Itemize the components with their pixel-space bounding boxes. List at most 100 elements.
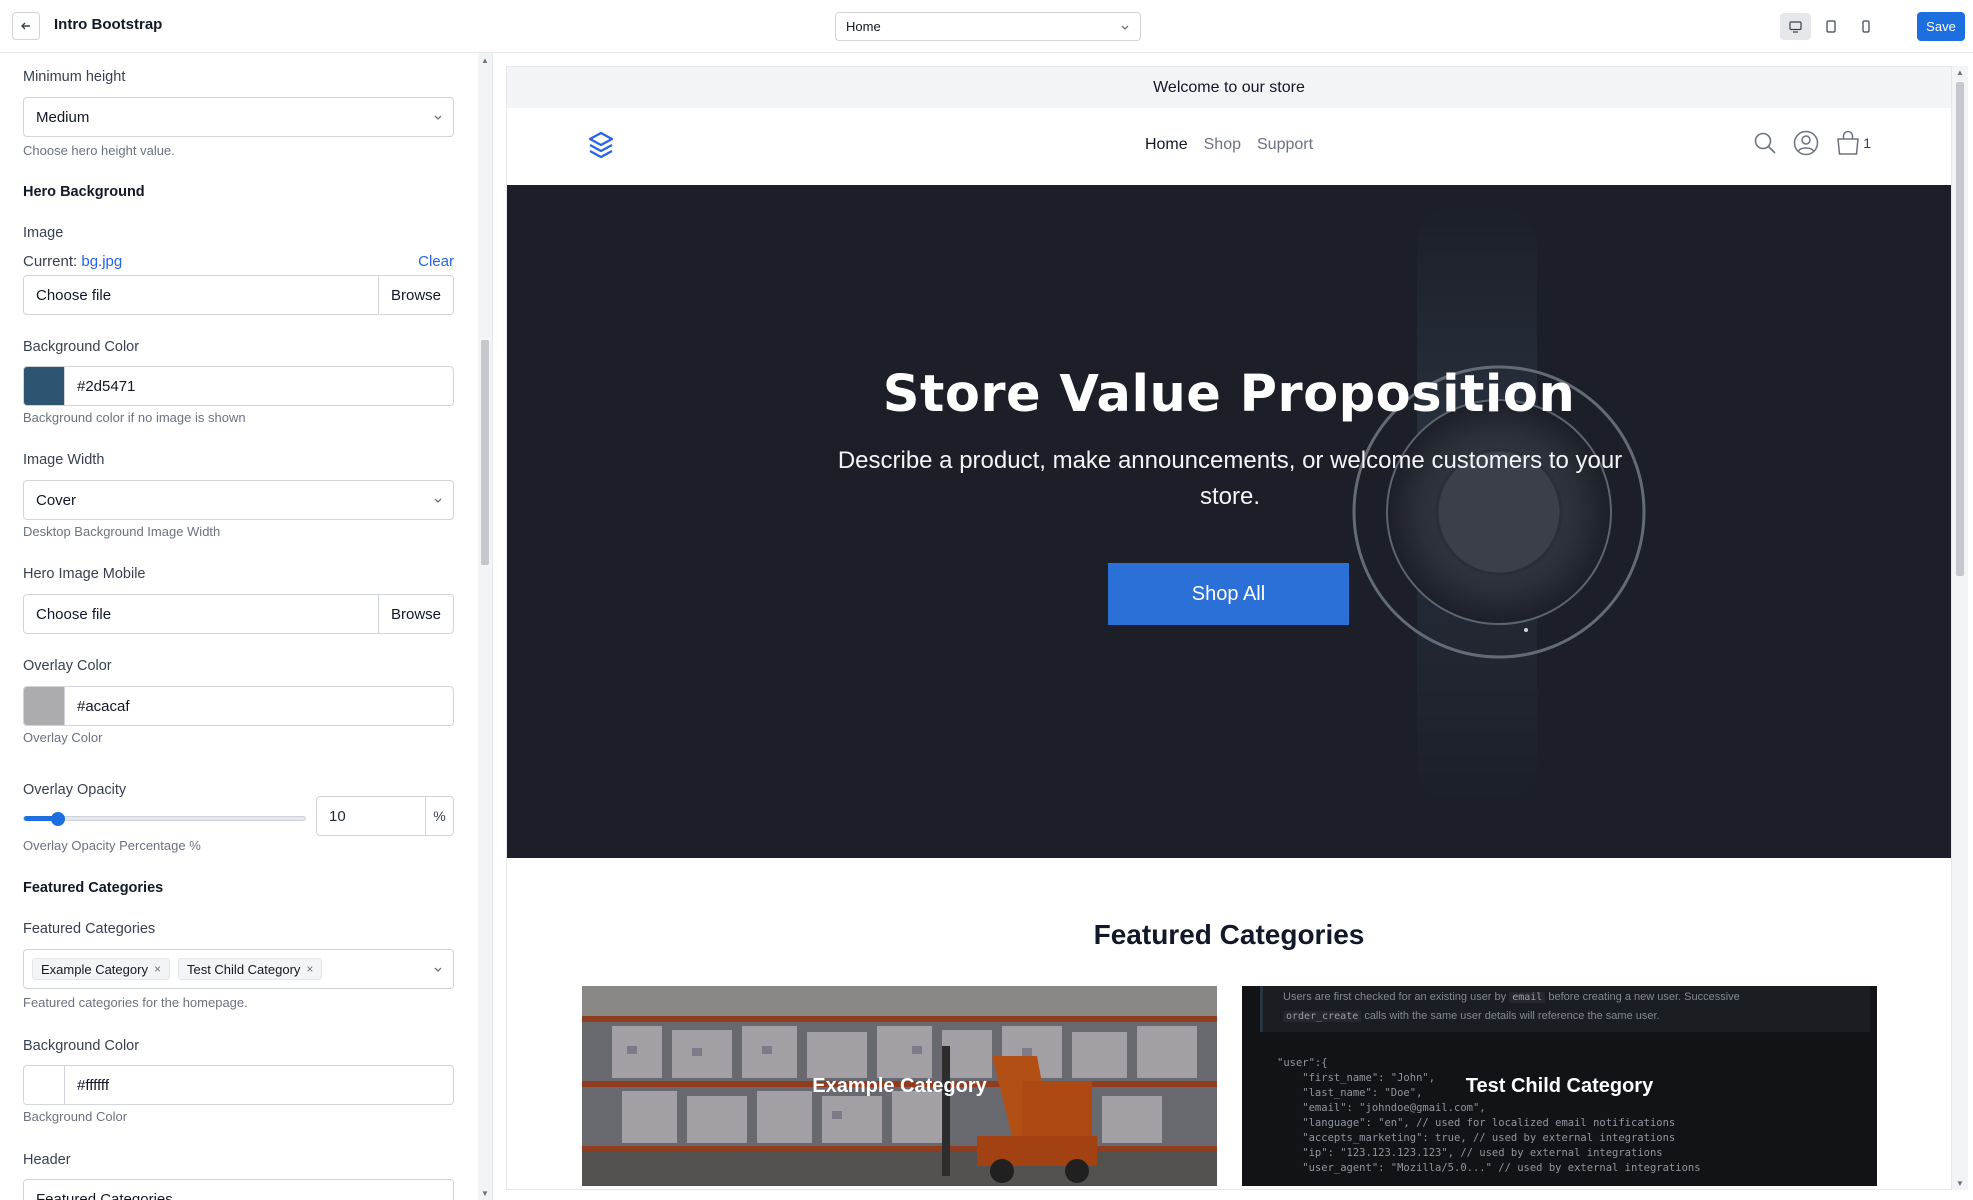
hero-mobile-file-input[interactable]: Choose file Browse <box>23 594 454 634</box>
panel-scrollbar[interactable]: ▲ ▼ <box>478 53 492 1200</box>
fc-background-color-swatch[interactable] <box>24 1066 65 1104</box>
preview-scrollbar[interactable]: ▲ ▼ <box>1952 66 1968 1190</box>
image-file-input[interactable]: Choose file Browse <box>23 275 454 315</box>
top-bar: Intro Bootstrap Home Save <box>0 0 1973 53</box>
image-label: Image <box>23 225 64 241</box>
slider-thumb[interactable] <box>51 812 66 826</box>
header-value: Featured Categories <box>36 1190 173 1200</box>
overlay-opacity-label: Overlay Opacity <box>23 782 127 798</box>
background-color-hint: Background color if no image is shown <box>23 410 246 425</box>
overlay-color-label: Overlay Color <box>23 658 112 674</box>
background-color-field[interactable]: #2d5471 <box>23 366 454 406</box>
chevron-down-icon <box>434 115 442 120</box>
overlay-opacity-slider[interactable] <box>23 812 306 826</box>
remove-tag-icon[interactable]: × <box>154 962 161 976</box>
file-placeholder: Choose file <box>36 605 112 623</box>
nav-shop[interactable]: Shop <box>1204 136 1241 154</box>
category-label: Example Category <box>812 1074 987 1097</box>
chevron-down-icon <box>434 498 442 503</box>
search-icon[interactable] <box>1753 131 1777 155</box>
arrow-left-icon <box>21 22 30 30</box>
hero-image-mobile-label: Hero Image Mobile <box>23 566 146 582</box>
store-preview: Welcome to our store Home Shop Support 1 <box>506 66 1952 1190</box>
background-color-label: Background Color <box>23 339 140 355</box>
panel-divider <box>492 53 493 1200</box>
category-label: Test Child Category <box>1465 1074 1654 1097</box>
featured-categories-select[interactable]: Example Category × Test Child Category × <box>23 949 454 989</box>
featured-categories-heading: Featured Categories <box>23 880 164 896</box>
main-nav: Home Shop Support <box>507 136 1951 154</box>
desktop-icon <box>1789 20 1802 33</box>
image-width-label: Image Width <box>23 452 105 468</box>
nav-home[interactable]: Home <box>1145 136 1188 154</box>
mobile-icon <box>1861 20 1870 33</box>
image-width-hint: Desktop Background Image Width <box>23 524 221 539</box>
min-height-hint: Choose hero height value. <box>23 143 175 158</box>
save-button[interactable]: Save <box>1917 12 1965 41</box>
shop-all-button[interactable]: Shop All <box>1108 563 1349 625</box>
background-color-value: #2d5471 <box>77 377 136 395</box>
scroll-down-icon[interactable]: ▼ <box>1956 1179 1964 1188</box>
current-label: Current: <box>23 253 78 270</box>
fc-background-color-field[interactable]: #ffffff <box>23 1065 454 1105</box>
hero-background-heading: Hero Background <box>23 184 145 200</box>
featured-categories-label: Featured Categories <box>23 921 156 937</box>
page-select[interactable]: Home <box>835 12 1141 41</box>
category-tag[interactable]: Test Child Category × <box>177 958 323 980</box>
store-header: Home Shop Support 1 <box>507 108 1951 185</box>
category-card-example[interactable]: Example Category <box>582 986 1217 1186</box>
overlay-opacity-hint: Overlay Opacity Percentage % <box>23 838 201 853</box>
scroll-up-icon[interactable]: ▲ <box>1956 68 1964 77</box>
panel-scroll-thumb[interactable] <box>481 340 489 565</box>
nav-support[interactable]: Support <box>1257 136 1313 154</box>
cart-icon[interactable] <box>1835 130 1861 156</box>
user-icon[interactable] <box>1793 130 1819 156</box>
hero-background-image <box>1352 205 1646 805</box>
browse-button[interactable]: Browse <box>378 276 453 314</box>
cart-count: 1 <box>1863 135 1871 151</box>
preview-scroll-thumb[interactable] <box>1956 82 1964 576</box>
file-placeholder: Choose file <box>36 286 112 304</box>
fc-background-color-value: #ffffff <box>77 1076 109 1094</box>
category-tag-label: Example Category <box>41 961 148 977</box>
overlay-opacity-input[interactable]: 10 % <box>316 796 454 836</box>
featured-categories-title: Featured Categories <box>1093 919 1365 950</box>
desktop-view-button[interactable] <box>1780 13 1811 40</box>
remove-tag-icon[interactable]: × <box>306 962 313 976</box>
hero-title: Store Value Proposition <box>882 365 1576 424</box>
category-tag-label: Test Child Category <box>186 961 301 977</box>
back-button[interactable] <box>12 12 40 40</box>
app-title: Intro Bootstrap <box>54 16 163 33</box>
announcement-bar: Welcome to our store <box>507 67 1951 108</box>
overlay-color-swatch[interactable] <box>24 687 65 725</box>
header-label: Header <box>23 1152 71 1168</box>
page-select-value: Home <box>846 19 881 34</box>
image-width-select[interactable]: Cover <box>23 480 454 520</box>
min-height-select[interactable]: Medium <box>23 97 454 137</box>
current-file-link[interactable]: bg.jpg <box>81 253 122 270</box>
background-color-swatch[interactable] <box>24 367 65 405</box>
min-height-value: Medium <box>36 108 90 126</box>
tablet-view-button[interactable] <box>1815 13 1846 40</box>
header-input[interactable]: Featured Categories <box>23 1179 454 1200</box>
featured-categories-hint: Featured categories for the homepage. <box>23 995 248 1010</box>
overlay-color-field[interactable]: #acacaf <box>23 686 454 726</box>
opacity-value: 10 <box>329 807 346 825</box>
scroll-up-icon[interactable]: ▲ <box>481 56 489 65</box>
browse-button[interactable]: Browse <box>378 595 453 633</box>
fc-background-color-label: Background Color <box>23 1038 140 1054</box>
image-width-value: Cover <box>36 491 77 509</box>
settings-panel: Minimum height Medium Choose hero height… <box>0 53 478 1200</box>
hero-section: Store Value Proposition Describe a produ… <box>507 185 1951 858</box>
min-height-label: Minimum height <box>23 69 126 85</box>
clear-image-button[interactable]: Clear <box>418 253 454 270</box>
mobile-view-button[interactable] <box>1850 13 1881 40</box>
category-tag[interactable]: Example Category × <box>32 958 170 980</box>
current-image-row: Current: bg.jpg Clear <box>23 253 454 270</box>
scroll-down-icon[interactable]: ▼ <box>481 1189 489 1198</box>
category-card-test-child[interactable]: Users are first checked for an existing … <box>1242 986 1877 1186</box>
overlay-color-value: #acacaf <box>77 697 130 715</box>
hero-subtitle: Describe a product, make announcements, … <box>837 447 1623 510</box>
tablet-icon <box>1825 20 1836 33</box>
overlay-color-hint: Overlay Color <box>23 730 103 745</box>
